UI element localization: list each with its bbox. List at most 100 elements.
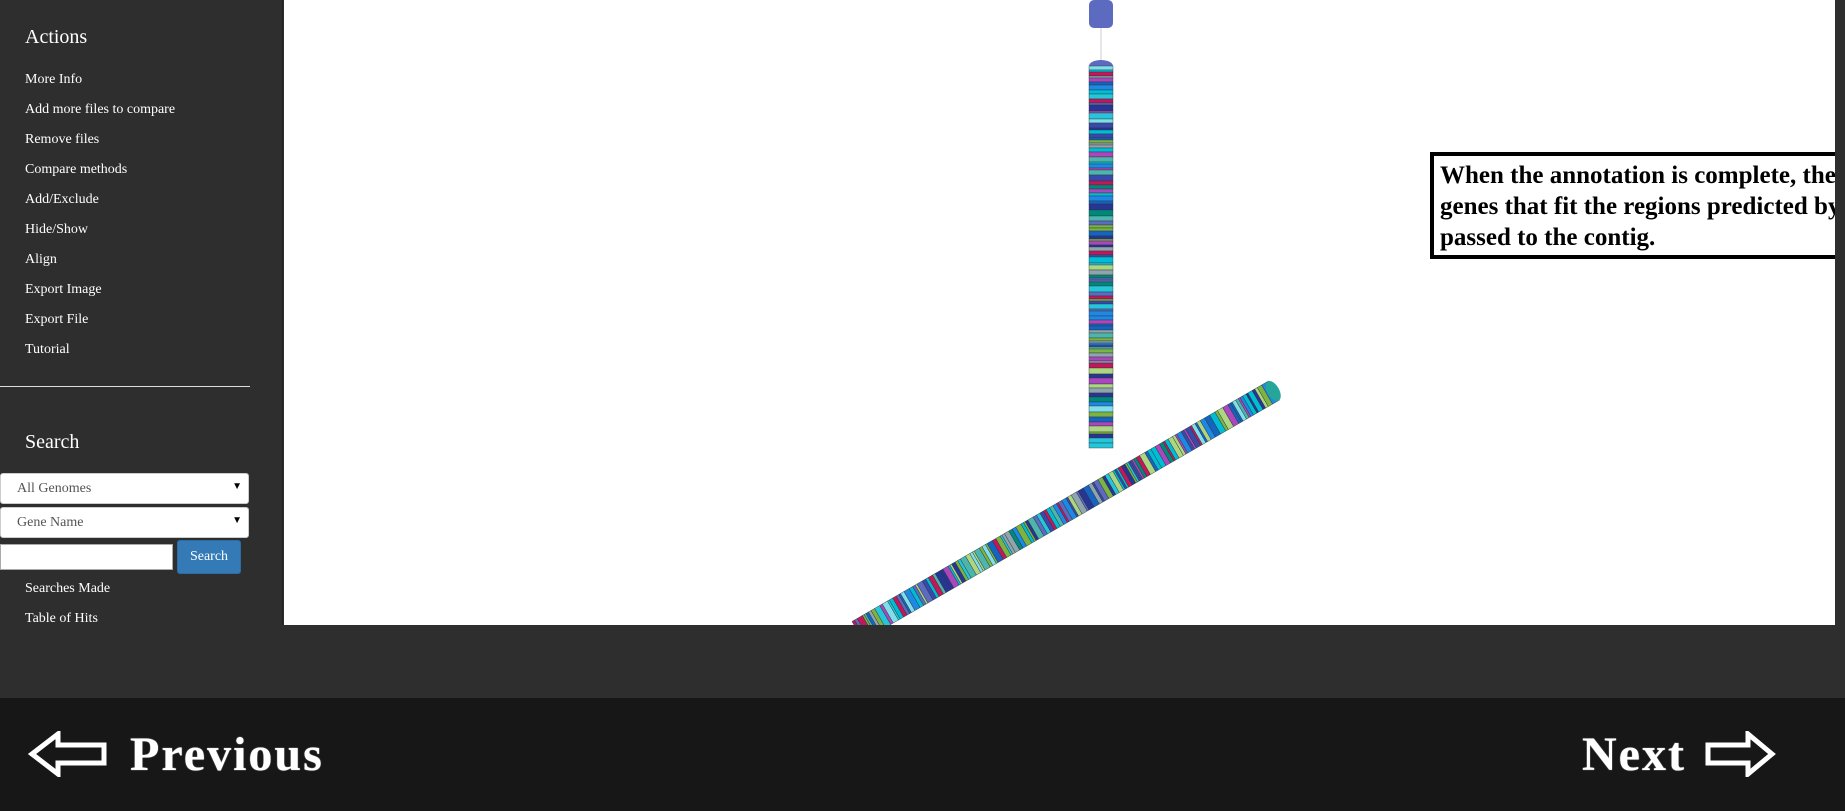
gene-band[interactable] [1088,137,1114,141]
gene-band[interactable] [1088,262,1114,266]
gene-band[interactable] [1088,295,1114,300]
gene-band[interactable] [1088,340,1114,344]
gene-band[interactable] [1088,298,1114,302]
gene-band[interactable] [1088,332,1114,339]
gene-band[interactable] [1088,373,1114,379]
gene-band[interactable] [1088,279,1114,283]
gene-band[interactable] [1088,405,1114,413]
gene-band[interactable] [1088,264,1114,271]
gene-band[interactable] [1088,84,1114,91]
gene-band[interactable] [1088,147,1114,153]
gene-band[interactable] [1088,180,1114,186]
gene-band[interactable] [1088,360,1114,364]
compare-methods-link[interactable]: Compare methods [25,162,127,178]
gene-band[interactable] [1088,129,1114,135]
gene-band[interactable] [1088,356,1114,362]
gene-band[interactable] [1088,195,1114,202]
gene-band[interactable] [1088,122,1114,129]
gene-band[interactable] [1088,310,1114,317]
gene-band[interactable] [1088,75,1114,79]
gene-band[interactable] [1088,102,1114,106]
gene-band[interactable] [1088,188,1114,194]
gene-band[interactable] [1088,281,1114,287]
gene-band[interactable] [1088,163,1114,169]
gene-band[interactable] [1088,209,1114,217]
gene-band[interactable] [1088,192,1114,197]
gene-band[interactable] [1088,346,1114,350]
table-of-hits-link[interactable]: Table of Hits [25,611,98,627]
gene-band[interactable] [1088,151,1114,158]
gene-band[interactable] [1088,352,1114,358]
gene-band[interactable] [1088,337,1114,342]
gene-band[interactable] [1088,156,1114,163]
gene-band[interactable] [1088,433,1114,439]
add-files-link[interactable]: Add more files to compare [25,102,175,118]
gene-band[interactable] [1088,200,1114,205]
gene-band[interactable] [1088,315,1114,321]
gene-band[interactable] [1088,71,1114,77]
gene-band[interactable] [1088,250,1114,256]
gene-band[interactable] [1088,411,1114,418]
gene-band[interactable] [1088,431,1114,435]
gene-band[interactable] [1088,174,1114,182]
searches-made-link[interactable]: Searches Made [25,581,110,597]
gene-band[interactable] [1088,118,1114,124]
gene-band[interactable] [1088,77,1114,83]
gene-band[interactable] [1088,367,1114,375]
gene-band[interactable] [1088,254,1114,258]
gene-band[interactable] [1088,256,1114,264]
search-button[interactable]: Search [177,540,241,574]
gene-band[interactable] [1088,227,1114,232]
gene-band[interactable] [1088,169,1114,176]
gene-band[interactable] [1088,110,1114,114]
gene-band[interactable] [1088,437,1114,444]
gene-band[interactable] [1088,230,1114,237]
gene-band[interactable] [1088,69,1114,73]
gene-band[interactable] [1088,377,1114,385]
gene-band[interactable] [1088,319,1114,325]
gene-band[interactable] [1088,303,1114,310]
gene-band[interactable] [1088,89,1114,95]
gene-band[interactable] [1088,300,1114,305]
gene-band[interactable] [1088,308,1114,312]
search-input[interactable] [0,544,173,570]
next-button[interactable]: Next [1582,724,1776,784]
add-exclude-link[interactable]: Add/Exclude [25,192,99,208]
gene-band[interactable] [1088,269,1114,276]
gene-band[interactable] [1088,161,1114,165]
gene-band[interactable] [1088,112,1114,120]
gene-band[interactable] [1088,142,1114,146]
gene-band[interactable] [1088,442,1114,449]
gene-band[interactable] [1088,274,1114,279]
gene-band[interactable] [1088,167,1114,171]
remove-files-link[interactable]: Remove files [25,132,99,148]
gene-band[interactable] [1088,220,1114,226]
gene-band[interactable] [1088,127,1114,131]
hide-show-link[interactable]: Hide/Show [25,222,88,238]
tutorial-link[interactable]: Tutorial [25,342,70,358]
gene-band[interactable] [1088,235,1114,240]
align-link[interactable]: Align [25,252,57,268]
more-info-link[interactable]: More Info [25,72,82,88]
gene-band[interactable] [1088,246,1114,252]
gene-band[interactable] [1088,240,1114,246]
gene-band[interactable] [1088,421,1114,427]
gene-band[interactable] [1088,133,1114,139]
gene-band[interactable] [1088,224,1114,229]
previous-button[interactable]: Previous [28,724,324,784]
gene-band[interactable] [1088,323,1114,327]
gene-band[interactable] [1088,144,1114,149]
vertical-contig[interactable] [1088,60,1114,449]
gene-band[interactable] [1088,344,1114,348]
export-image-link[interactable]: Export Image [25,282,102,298]
gene-band[interactable] [1088,93,1114,100]
gene-band[interactable] [1088,139,1114,144]
gene-band[interactable] [1088,203,1114,211]
gene-band[interactable] [1088,348,1114,354]
gene-band[interactable] [1088,244,1114,248]
genome-select[interactable]: All Genomes ▼ [0,473,249,504]
gene-band[interactable] [1088,392,1114,398]
gene-band[interactable] [1088,98,1114,104]
genome-viewer-canvas[interactable]: When the annotation is complete, the inf… [284,0,1835,625]
gene-band[interactable] [1088,416,1114,423]
